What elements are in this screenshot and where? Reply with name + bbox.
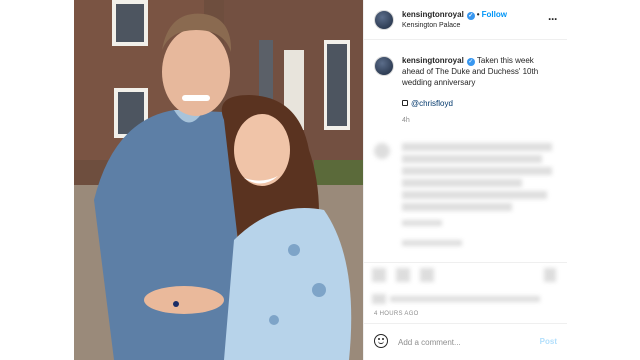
- camera-icon: [402, 100, 408, 106]
- blurred-likes-avatar: [372, 294, 386, 304]
- username[interactable]: kensingtonroyal: [402, 10, 464, 19]
- separator-dot: •: [476, 10, 480, 19]
- location-link[interactable]: Kensington Palace: [402, 22, 460, 29]
- username-row: kensingtonroyal ✓ • Follow: [402, 10, 507, 20]
- blurred-comment-line: [402, 191, 547, 199]
- blurred-action-icon: [372, 268, 386, 282]
- caption-username[interactable]: kensingtonroyal: [402, 56, 464, 65]
- blurred-comment-line: [402, 167, 552, 175]
- verified-check-icon: ✓: [466, 12, 475, 20]
- photo-credit[interactable]: @chrisfloyd: [402, 99, 453, 108]
- blurred-comment-line: [402, 240, 462, 246]
- verified-check-icon: ✓: [466, 58, 475, 66]
- blurred-avatar: [374, 143, 390, 159]
- caption-time: 4h: [402, 117, 410, 124]
- blurred-comment-line: [402, 220, 442, 226]
- blurred-comment-line: [402, 203, 512, 211]
- caption-text: kensingtonroyal ✓ Taken this week ahead o…: [402, 55, 552, 88]
- comment-input[interactable]: [398, 334, 528, 350]
- follow-button[interactable]: Follow: [482, 10, 507, 19]
- comment-bar: Post: [364, 323, 567, 360]
- caption-avatar[interactable]: [374, 56, 394, 76]
- post-header: kensingtonroyal ✓ • Follow Kensington Palac…: [364, 0, 567, 40]
- blurred-comment-line: [402, 155, 542, 163]
- blurred-action-icon: [420, 268, 434, 282]
- divider: [364, 262, 567, 263]
- post-photo[interactable]: [74, 0, 363, 360]
- blurred-likes-line: [390, 296, 540, 302]
- blurred-comment-line: [402, 143, 552, 151]
- post-comment-button[interactable]: Post: [540, 337, 557, 346]
- post-side-panel: kensingtonroyal ✓ • Follow Kensington Palac…: [363, 0, 567, 360]
- more-options-icon[interactable]: ···: [548, 12, 558, 26]
- blurred-action-icon: [544, 268, 556, 282]
- credit-handle[interactable]: @chrisfloyd: [411, 99, 453, 108]
- smiley-icon[interactable]: [374, 334, 388, 348]
- blurred-comment-line: [402, 179, 522, 187]
- post-timestamp: 4 HOURS AGO: [374, 311, 419, 317]
- couple-photo: [74, 0, 363, 360]
- blurred-action-icon: [396, 268, 410, 282]
- profile-avatar[interactable]: [374, 10, 394, 30]
